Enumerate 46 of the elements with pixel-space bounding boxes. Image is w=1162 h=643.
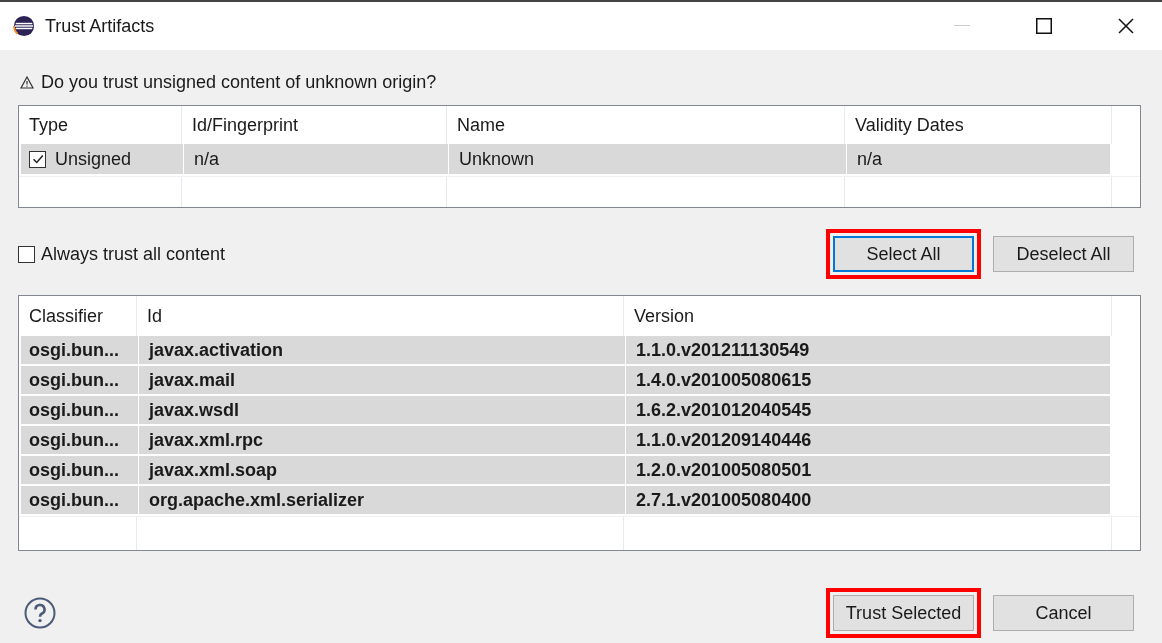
table-row[interactable]: Unsigned n/a Unknown n/a (21, 144, 1110, 174)
table-cell: javax.wsdl (149, 399, 240, 421)
warning-icon (20, 75, 34, 89)
table-cell: 1.1.0.v201209140446 (636, 429, 812, 451)
column-header[interactable]: Type (19, 106, 181, 144)
maximize-icon[interactable] (1036, 18, 1052, 34)
dialog-button[interactable]: Select All (833, 236, 974, 272)
column-header[interactable]: Classifier (19, 296, 136, 336)
table-cell: Unsigned (55, 148, 132, 170)
table-cell: 1.4.0.v201005080615 (636, 369, 812, 391)
table-cell: javax.xml.rpc (149, 429, 264, 451)
table-cell: Unknown (459, 148, 535, 170)
question-text: Do you trust unsigned content of unknown origin? (41, 71, 437, 93)
table-row[interactable]: osgi.bun... javax.mail 1.4.0.v201005080615 (21, 366, 1110, 394)
table-cell: osgi.bun... (29, 369, 119, 391)
table-row[interactable]: osgi.bun... javax.activation 1.1.0.v201211130549 (21, 336, 1110, 364)
table-row[interactable]: osgi.bun... javax.xml.rpc 1.1.0.v201209140446 (21, 426, 1110, 454)
table-cell: osgi.bun... (29, 429, 119, 451)
table-cell: 1.2.0.v201005080501 (636, 459, 812, 481)
table-row[interactable]: osgi.bun... javax.wsdl 1.6.2.v201012040545 (21, 396, 1110, 424)
table-cell: n/a (194, 148, 220, 170)
checkmark-icon (30, 152, 45, 166)
table-cell: n/a (857, 148, 883, 170)
table-cell: org.apache.xml.serializer (149, 489, 365, 511)
table-cell: osgi.bun... (29, 339, 119, 361)
table-cell: 2.7.1.v201005080400 (636, 489, 812, 511)
table-cell: osgi.bun... (29, 489, 119, 511)
table-cell: 1.1.0.v201211130549 (636, 339, 810, 361)
app-logo-icon (13, 15, 35, 37)
table-row[interactable]: osgi.bun... javax.xml.soap 1.2.0.v201005080501 (21, 456, 1110, 484)
table-cell: 1.6.2.v201012040545 (636, 399, 812, 421)
table-cell: javax.xml.soap (149, 459, 278, 481)
checkbox-label[interactable]: Always trust all content (41, 243, 226, 265)
window-title: Trust Artifacts (45, 15, 155, 37)
checkbox[interactable] (29, 150, 46, 168)
dialog-button[interactable]: Deselect All (993, 236, 1134, 272)
help-icon[interactable] (24, 597, 56, 629)
table-cell: osgi.bun... (29, 399, 119, 421)
close-icon[interactable] (1118, 18, 1134, 34)
table-cell: osgi.bun... (29, 459, 119, 481)
table-row[interactable]: osgi.bun... org.apache.xml.serializer 2.7.1.v201005080400 (21, 486, 1110, 514)
dialog-button[interactable]: Trust Selected (833, 595, 974, 631)
table-cell: javax.activation (149, 339, 284, 361)
dialog-button[interactable]: Cancel (993, 595, 1134, 631)
checkbox[interactable] (18, 245, 35, 263)
table-cell: javax.mail (149, 369, 236, 391)
